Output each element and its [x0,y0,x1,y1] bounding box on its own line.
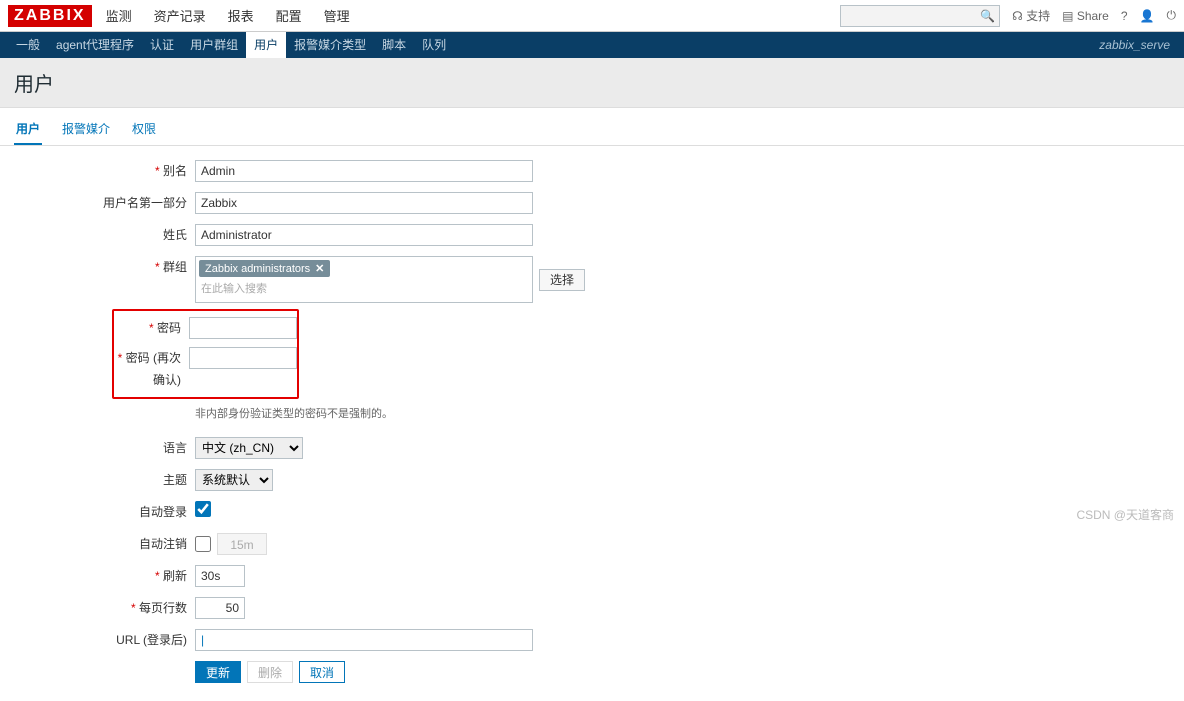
watermark: CSDN @天道客商 [1076,506,1174,523]
perpage-label: 每页行数 [0,597,195,619]
topbar-right: 🔍 ☊ 支持 ▤ Share ? 👤 ⏻ [840,5,1176,27]
lastname-input[interactable] [195,224,533,246]
nav-monitoring[interactable]: 监测 [102,0,136,31]
subnav-proxies[interactable]: agent代理程序 [48,32,142,58]
sub-nav: 一般 agent代理程序 认证 用户群组 用户 报警媒介类型 脚本 队列 zab… [0,32,1184,58]
subnav-scripts[interactable]: 脚本 [374,32,414,58]
groups-label: 群组 [0,256,195,278]
autologin-checkbox[interactable] [195,501,211,517]
power-icon[interactable]: ⏻ [1167,8,1177,23]
user-icon[interactable]: 👤 [1140,9,1155,23]
refresh-input[interactable] [195,565,245,587]
password-note: 非内部身份验证类型的密码不是强制的。 [195,405,393,421]
firstname-input[interactable] [195,192,533,214]
alias-label: 别名 [0,160,195,182]
delete-button: 删除 [247,661,293,683]
form-tabs: 用户 报警媒介 权限 [0,108,1184,146]
password-label: 密码 [114,317,189,339]
theme-label: 主题 [0,469,195,491]
group-tag[interactable]: Zabbix administrators✕ [199,260,330,277]
groups-select-button[interactable]: 选择 [539,269,585,291]
search-icon[interactable]: 🔍 [980,9,995,23]
nav-reports[interactable]: 报表 [224,0,258,31]
language-label: 语言 [0,437,195,459]
remove-tag-icon[interactable]: ✕ [315,263,324,275]
share-link[interactable]: ▤ Share [1062,9,1109,23]
host-label: zabbix_serve [1091,32,1176,58]
support-link[interactable]: ☊ 支持 [1012,7,1050,24]
lastname-label: 姓氏 [0,224,195,246]
search-input[interactable] [840,5,1000,27]
autologout-checkbox[interactable] [195,536,211,552]
autologin-label: 自动登录 [0,501,195,523]
perpage-input[interactable] [195,597,245,619]
language-select[interactable]: 中文 (zh_CN) [195,437,303,459]
theme-select[interactable]: 系统默认 [195,469,273,491]
password-confirm-input[interactable] [189,347,297,369]
cancel-button[interactable]: 取消 [299,661,345,683]
main-nav: 监测 资产记录 报表 配置 管理 [102,0,354,31]
autologout-value: 15m [217,533,267,555]
tab-media[interactable]: 报警媒介 [60,116,112,145]
subnav-general[interactable]: 一般 [8,32,48,58]
groups-box[interactable]: Zabbix administrators✕ 在此输入搜索 [195,256,533,303]
subnav-queue[interactable]: 队列 [414,32,454,58]
subnav-auth[interactable]: 认证 [142,32,182,58]
autologout-label: 自动注销 [0,533,195,555]
help-icon[interactable]: ? [1121,9,1128,23]
nav-config[interactable]: 配置 [272,0,306,31]
url-input[interactable] [195,629,533,651]
subnav-usergroups[interactable]: 用户群组 [182,32,246,58]
brand-logo: ZABBIX [8,5,92,27]
page-title: 用户 [0,58,1184,108]
search-wrap: 🔍 [840,5,1000,27]
password-input[interactable] [189,317,297,339]
user-form: 别名 用户名第一部分 姓氏 群组 Zabbix administrators✕ … [0,146,1184,701]
subnav-users[interactable]: 用户 [246,32,286,58]
nav-admin[interactable]: 管理 [320,0,354,31]
update-button[interactable]: 更新 [195,661,241,683]
tab-permissions[interactable]: 权限 [130,116,158,145]
url-label: URL (登录后) [0,629,195,651]
password-confirm-label: 密码 (再次确认) [114,347,189,391]
nav-inventory[interactable]: 资产记录 [150,0,210,31]
alias-input[interactable] [195,160,533,182]
firstname-label: 用户名第一部分 [0,192,195,214]
refresh-label: 刷新 [0,565,195,587]
tab-user[interactable]: 用户 [14,116,42,145]
groups-placeholder: 在此输入搜索 [199,277,529,299]
topbar: ZABBIX 监测 资产记录 报表 配置 管理 🔍 ☊ 支持 ▤ Share ?… [0,0,1184,32]
